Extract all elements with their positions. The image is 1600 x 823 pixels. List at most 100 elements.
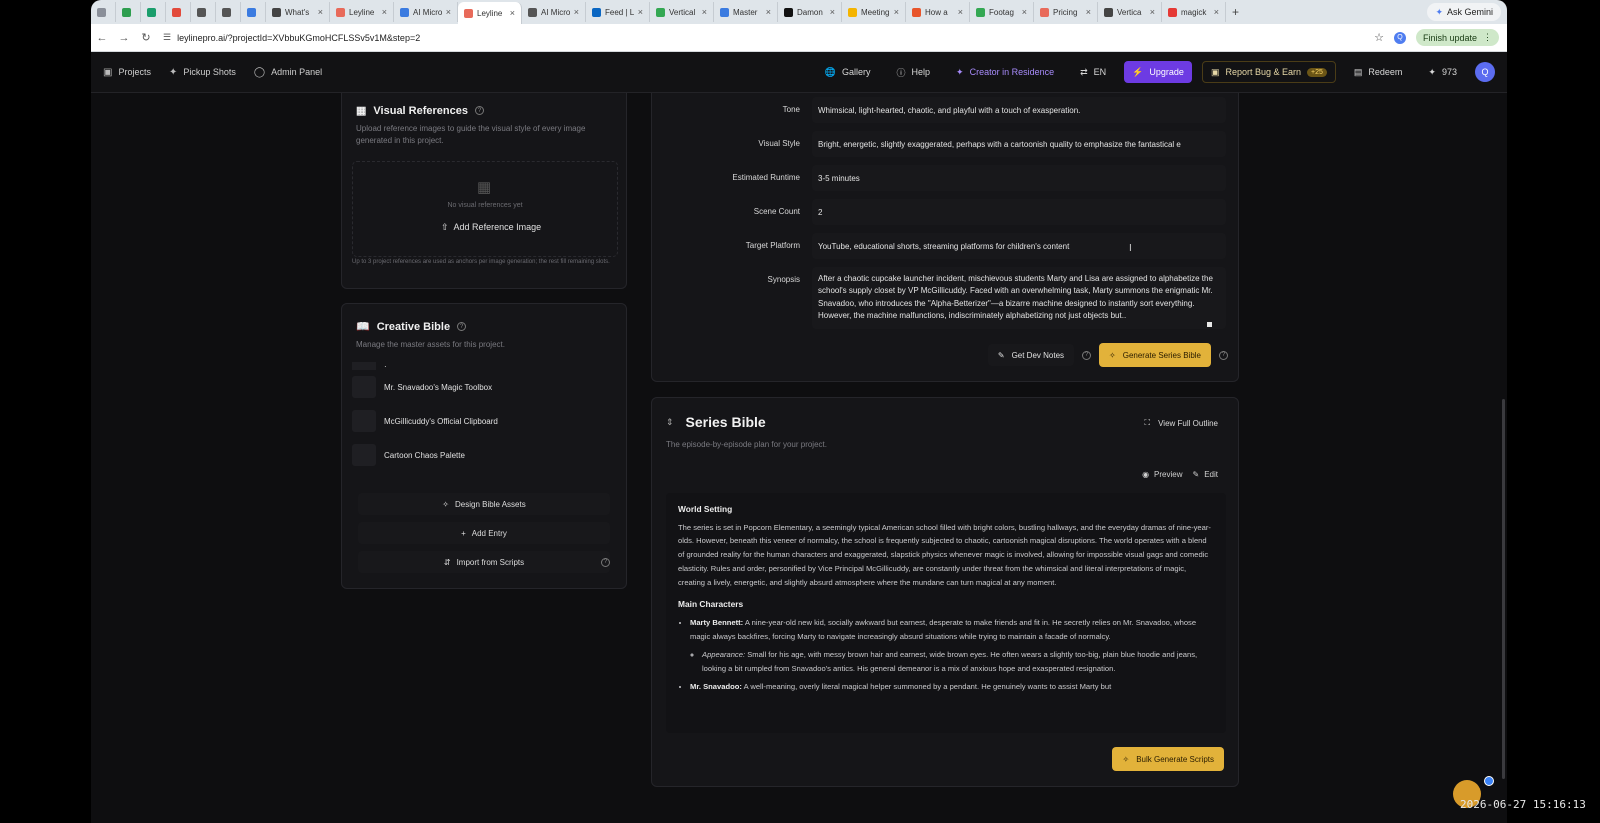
tab-close-icon[interactable]: × xyxy=(638,7,643,17)
browser-tab[interactable]: Damon × xyxy=(778,2,842,22)
creator-in-residence-button[interactable]: ✦ Creator in Residence xyxy=(948,61,1062,83)
bible-asset-list[interactable]: · Mr. Snavadoo's Magic Toolbox McGillicu… xyxy=(352,362,618,482)
help-icon[interactable]: ? xyxy=(1082,350,1092,360)
site-info-icon[interactable]: ☰ xyxy=(163,32,171,43)
tab-close-icon[interactable]: × xyxy=(1150,7,1155,17)
tab-close-icon[interactable]: × xyxy=(382,7,387,17)
list-item[interactable]: McGillicuddy's Official Clipboard xyxy=(352,404,618,438)
tab-favicon-icon xyxy=(592,7,601,17)
user-avatar[interactable]: Q xyxy=(1475,62,1495,82)
tab-close-icon[interactable]: × xyxy=(766,7,771,17)
runtime-field[interactable]: 3-5 minutes xyxy=(812,165,1226,191)
tab-close-icon[interactable]: × xyxy=(958,7,963,17)
url-text[interactable]: leylinepro.ai/?projectId=XVbbuKGmoHCFLSS… xyxy=(177,33,420,43)
tab-close-icon[interactable]: × xyxy=(446,7,451,17)
browser-tab[interactable]: Vertica × xyxy=(1098,2,1162,22)
tab-close-icon[interactable]: × xyxy=(894,7,899,17)
tab-close-icon[interactable]: × xyxy=(1022,7,1027,17)
add-reference-label: Add Reference Image xyxy=(453,222,542,232)
browser-tab[interactable] xyxy=(241,2,266,22)
add-entry-button[interactable]: + Add Entry xyxy=(358,522,610,544)
help-icon[interactable]: ? xyxy=(1219,350,1228,360)
url-field[interactable]: ☰ leylinepro.ai/?projectId=XVbbuKGmoHCFL… xyxy=(163,32,1374,43)
help-icon[interactable]: ? xyxy=(601,557,610,567)
back-icon[interactable]: ← xyxy=(91,32,113,44)
tab-close-icon[interactable]: × xyxy=(702,7,707,17)
list-item[interactable]: Cartoon Chaos Palette xyxy=(352,438,618,472)
browser-tab[interactable]: Vertical × xyxy=(650,2,714,22)
language-button[interactable]: ⇄ EN xyxy=(1072,61,1114,83)
browser-tab[interactable] xyxy=(191,2,216,22)
collapse-toggle-icon[interactable]: ⇕ xyxy=(666,417,674,428)
forward-icon[interactable]: → xyxy=(113,32,135,44)
browser-tab[interactable]: Meeting × xyxy=(842,2,906,22)
tone-field[interactable]: Whimsical, light-hearted, chaotic, and p… xyxy=(812,97,1226,123)
browser-profile-avatar[interactable]: Q xyxy=(1393,31,1406,44)
textarea-resize-handle[interactable] xyxy=(1207,322,1212,327)
tab-close-icon[interactable]: × xyxy=(1086,7,1091,17)
view-full-outline-button[interactable]: ⛶ View Full Outline xyxy=(1145,418,1219,428)
reference-dropzone[interactable]: ▦ No visual references yet ⇧ Add Referen… xyxy=(352,161,618,257)
report-badge: +25 xyxy=(1307,67,1327,77)
browser-tab-active[interactable]: Leyline × xyxy=(458,2,522,24)
nav-admin-panel[interactable]: ◯ Admin Panel xyxy=(254,67,322,78)
target-platform-field[interactable]: YouTube, educational shorts, streaming p… xyxy=(812,233,1226,259)
list-item[interactable]: · xyxy=(352,362,618,370)
details-actions: ✎ Get Dev Notes ? ✧ Generate Series Bibl… xyxy=(987,343,1228,367)
bookmark-star-icon[interactable]: ☆ xyxy=(1374,31,1384,44)
design-bible-assets-button[interactable]: ✧ Design Bible Assets xyxy=(358,493,610,515)
tab-close-icon[interactable]: × xyxy=(510,8,515,18)
ask-gemini-button[interactable]: ✦ Ask Gemini xyxy=(1427,3,1501,21)
import-from-scripts-button[interactable]: ⇵ Import from Scripts ? xyxy=(358,551,610,573)
generate-series-bible-button[interactable]: ✧ Generate Series Bible xyxy=(1099,343,1211,367)
browser-tab[interactable]: What's × xyxy=(266,2,330,22)
help-button[interactable]: ⓘ Help xyxy=(889,61,939,83)
tab-edit[interactable]: ✎ Edit xyxy=(1193,470,1219,479)
browser-tab[interactable] xyxy=(91,2,116,22)
help-circle-icon: ⓘ xyxy=(896,67,906,78)
list-item[interactable]: Mr. Snavadoo's Magic Toolbox xyxy=(352,370,618,404)
tab-close-icon[interactable]: × xyxy=(318,7,323,17)
browser-tab[interactable] xyxy=(141,2,166,22)
synopsis-textarea[interactable]: After a chaotic cupcake launcher inciden… xyxy=(812,267,1226,329)
page-scrollbar[interactable] xyxy=(1502,399,1505,779)
nav-projects[interactable]: ▣ Projects xyxy=(103,67,151,78)
help-icon[interactable]: ? xyxy=(457,322,467,331)
browser-tab[interactable]: AI Micro × xyxy=(394,2,458,22)
browser-tab[interactable]: Footag × xyxy=(970,2,1034,22)
tab-label: What's xyxy=(285,7,310,17)
creative-bible-subtitle: Manage the master assets for this projec… xyxy=(356,340,505,349)
report-bug-button[interactable]: ▣ Report Bug & Earn +25 xyxy=(1201,61,1336,83)
browser-tab[interactable]: Master × xyxy=(714,2,778,22)
tab-close-icon[interactable]: × xyxy=(574,7,579,17)
new-tab-button[interactable]: + xyxy=(1226,2,1245,22)
browser-tab[interactable]: Leyline × xyxy=(330,2,394,22)
browser-tab[interactable]: magick × xyxy=(1162,2,1226,22)
browser-tab[interactable] xyxy=(216,2,241,22)
scene-count-field[interactable]: 2 xyxy=(812,199,1226,225)
browser-tab[interactable] xyxy=(166,2,191,22)
browser-tab[interactable]: Pricing × xyxy=(1034,2,1098,22)
tab-label: Meeting xyxy=(861,7,890,17)
credits-display[interactable]: ✦ 973 xyxy=(1420,61,1465,83)
nav-pickup-shots[interactable]: ✦ Pickup Shots xyxy=(169,67,236,78)
browser-tab[interactable]: Feed | L × xyxy=(586,2,650,22)
tab-close-icon[interactable]: × xyxy=(830,7,835,17)
tab-label: Footag xyxy=(989,7,1014,17)
get-dev-notes-button[interactable]: ✎ Get Dev Notes xyxy=(987,344,1075,366)
redeem-button[interactable]: ▤ Redeem xyxy=(1346,61,1411,83)
reload-icon[interactable]: ↻ xyxy=(135,31,157,44)
add-reference-image-button[interactable]: ⇧ Add Reference Image xyxy=(435,218,547,236)
tab-preview[interactable]: ◉ Preview xyxy=(1142,470,1182,479)
browser-tab[interactable] xyxy=(116,2,141,22)
visual-style-field[interactable]: Bright, energetic, slightly exaggerated,… xyxy=(812,131,1226,157)
help-icon[interactable]: ? xyxy=(474,106,484,115)
browser-tab[interactable]: How a × xyxy=(906,2,970,22)
browser-tab[interactable]: AI Micro × xyxy=(522,2,586,22)
upgrade-button[interactable]: ⚡ Upgrade xyxy=(1124,61,1192,83)
bulk-generate-scripts-button[interactable]: ✧ Bulk Generate Scripts xyxy=(1112,747,1224,771)
tab-close-icon[interactable]: × xyxy=(1214,7,1219,17)
finish-update-button[interactable]: Finish update ⋮ xyxy=(1415,29,1499,46)
gallery-button[interactable]: 🌐 Gallery xyxy=(817,61,879,83)
series-bible-content[interactable]: World Setting The series is set in Popco… xyxy=(666,493,1226,733)
